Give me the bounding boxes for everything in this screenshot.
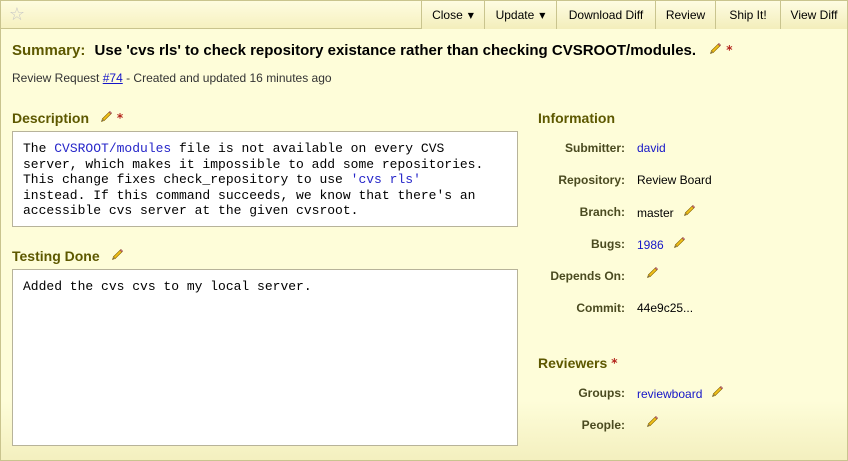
update-menu-label: Update — [495, 8, 535, 22]
chevron-down-icon: ▼ — [539, 10, 546, 20]
people-value — [637, 415, 659, 431]
information-title: Information — [538, 110, 615, 126]
description-code-cvs-rls: 'cvs rls' — [350, 172, 421, 187]
close-menu-label: Close — [432, 8, 463, 22]
ship-it-label: Ship It! — [729, 8, 767, 22]
commit-label: Commit: — [576, 301, 625, 315]
required-marker: * — [611, 356, 618, 370]
summary-heading: Summary: Use 'cvs rls' to check reposito… — [12, 42, 842, 59]
edit-pencil-icon[interactable] — [682, 204, 696, 218]
edit-pencil-icon[interactable] — [645, 266, 659, 280]
branch-label: Branch: — [579, 205, 625, 219]
star-icon[interactable]: ☆ — [7, 5, 27, 25]
repository-label: Repository: — [558, 173, 625, 187]
review-button[interactable]: Review — [655, 1, 715, 29]
groups-value: reviewboard — [637, 385, 724, 401]
required-marker: * — [116, 111, 124, 125]
bugs-value: 1986 — [637, 236, 686, 252]
information-heading: Information — [538, 110, 615, 126]
review-label: Review — [665, 8, 706, 22]
close-menu-button[interactable]: Close ▼ — [421, 1, 484, 29]
toolbar: ☆ Close ▼ Update ▼ Download Diff Review Sh… — [1, 1, 847, 29]
description-seg-3: instead. If this command succeeds, we kn… — [23, 187, 476, 219]
description-heading: Description * — [12, 110, 123, 126]
depends-on-value — [637, 266, 659, 282]
summary-label: Summary: — [12, 42, 86, 59]
view-diff-button[interactable]: View Diff — [780, 1, 847, 29]
group-link[interactable]: reviewboard — [637, 387, 702, 401]
summary-text: Use 'cvs rls' to check repository exista… — [94, 42, 697, 59]
reviewers-heading: Reviewers * — [538, 355, 618, 371]
repository-value: Review Board — [637, 173, 712, 187]
reviewers-title: Reviewers — [538, 355, 608, 371]
review-request-meta: Review Request #74 - Created and updated… — [12, 71, 332, 85]
groups-label: Groups: — [578, 386, 625, 400]
submitter-value: david — [637, 141, 666, 155]
description-code-link: CVSROOT/modules — [54, 141, 172, 156]
toolbar-actions: Close ▼ Update ▼ Download Diff Review Ship… — [421, 1, 847, 29]
edit-pencil-icon[interactable] — [99, 110, 113, 124]
branch-value: master — [637, 204, 696, 220]
edit-pencil-icon[interactable] — [672, 236, 686, 250]
depends-on-label: Depends On: — [550, 269, 625, 283]
review-request-link[interactable]: #74 — [103, 71, 123, 85]
testing-done-heading: Testing Done — [12, 248, 124, 264]
bug-link[interactable]: 1986 — [637, 238, 664, 252]
submitter-link[interactable]: david — [637, 141, 666, 155]
people-label: People: — [581, 418, 625, 432]
commit-value: 44e9c25... — [637, 301, 694, 315]
branch-text: master — [637, 206, 674, 220]
download-diff-label: Download Diff — [568, 8, 644, 22]
edit-pencil-icon[interactable] — [645, 415, 659, 429]
description-seg-1: The — [23, 141, 55, 156]
description-title: Description — [12, 110, 90, 126]
submitter-label: Submitter: — [565, 141, 625, 155]
edit-pencil-icon[interactable] — [710, 385, 724, 399]
meta-suffix: - Created and updated 16 minutes ago — [122, 71, 332, 85]
chevron-down-icon: ▼ — [467, 10, 474, 20]
update-menu-button[interactable]: Update ▼ — [484, 1, 556, 29]
edit-pencil-icon[interactable] — [110, 248, 124, 262]
testing-done-content: Added the cvs cvs to my local server. — [23, 279, 312, 294]
review-request-page: ☆ Close ▼ Update ▼ Download Diff Review Sh… — [0, 0, 848, 461]
testing-done-text[interactable]: Added the cvs cvs to my local server. — [12, 269, 518, 446]
ship-it-button[interactable]: Ship It! — [715, 1, 780, 29]
download-diff-button[interactable]: Download Diff — [556, 1, 655, 29]
description-text[interactable]: The CVSROOT/modules file is not availabl… — [12, 131, 518, 227]
view-diff-label: View Diff — [790, 8, 838, 22]
meta-prefix: Review Request — [12, 71, 103, 85]
required-marker: * — [726, 43, 733, 57]
bugs-label: Bugs: — [591, 237, 625, 251]
edit-pencil-icon[interactable] — [708, 42, 722, 56]
testing-done-title: Testing Done — [12, 248, 100, 264]
